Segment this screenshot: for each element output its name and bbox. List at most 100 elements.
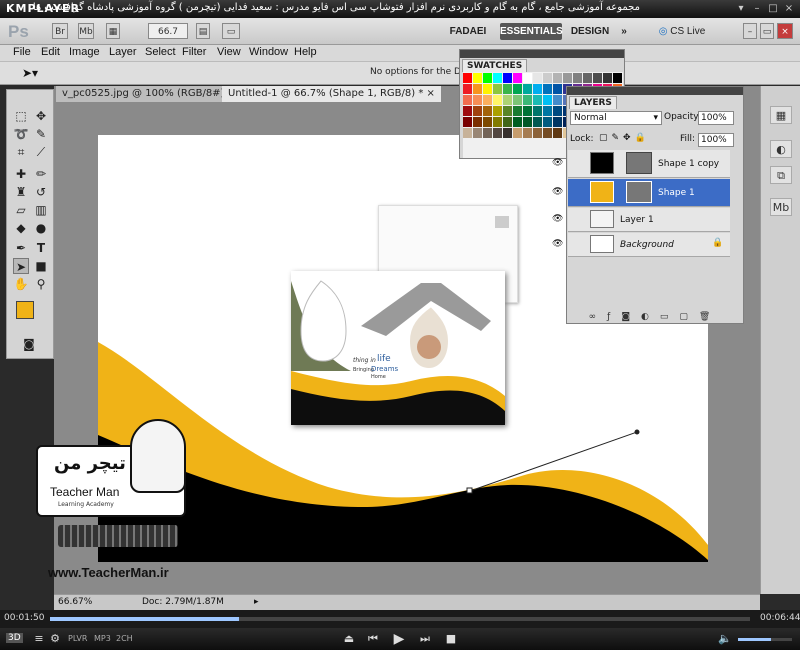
gradient-tool-icon[interactable]: ▥ <box>33 202 49 218</box>
menu-window[interactable]: Window <box>249 46 288 58</box>
swatch[interactable] <box>513 95 522 105</box>
dodge-tool-icon[interactable]: ● <box>33 220 49 236</box>
swatch[interactable] <box>473 106 482 116</box>
ps-minimize-icon[interactable]: – <box>743 23 757 39</box>
settings-icon[interactable]: ⚙ <box>48 632 62 646</box>
tab-untitled-1[interactable]: Untitled-1 @ 66.7% (Shape 1, RGB/8) * × <box>222 86 441 102</box>
playlist-icon[interactable]: ≡ <box>32 632 46 646</box>
swatch[interactable] <box>513 84 522 94</box>
swatch[interactable] <box>503 84 512 94</box>
swatch[interactable] <box>513 73 522 83</box>
workspace-design[interactable]: DESIGN <box>568 23 612 40</box>
swatch[interactable] <box>533 106 542 116</box>
swatch[interactable] <box>473 128 482 138</box>
blend-mode-select[interactable]: Normal ▾ <box>570 111 662 125</box>
swatch[interactable] <box>523 128 532 138</box>
tab-v-pc0525[interactable]: v_pc0525.jpg @ 100% (RGB/8#) × <box>56 86 243 102</box>
3d-toggle[interactable]: 3D <box>6 633 23 643</box>
swatch[interactable] <box>543 117 552 127</box>
workspace-essentials[interactable]: ESSENTIALS <box>500 23 563 40</box>
swatch[interactable] <box>463 106 472 116</box>
swatch[interactable] <box>503 95 512 105</box>
menu-filter[interactable]: Filter <box>182 46 206 58</box>
swatch[interactable] <box>533 73 542 83</box>
eye-icon[interactable]: 👁 <box>552 214 563 224</box>
layer-row-layer1[interactable]: 👁 Layer 1 <box>552 208 730 232</box>
ps-restore-icon[interactable]: ▭ <box>760 23 774 39</box>
menu-edit[interactable]: Edit <box>41 46 60 58</box>
menu-file[interactable]: File <box>13 46 31 58</box>
close-icon[interactable]: × <box>783 3 795 15</box>
swatch[interactable] <box>483 73 492 83</box>
volume-track[interactable] <box>738 638 792 641</box>
stop-icon[interactable]: ■ <box>444 632 458 646</box>
seek-track[interactable] <box>50 617 750 621</box>
swatch[interactable] <box>493 84 502 94</box>
swatch[interactable] <box>513 128 522 138</box>
swatch[interactable] <box>463 84 472 94</box>
swatch[interactable] <box>483 117 492 127</box>
pen-tool-icon[interactable]: ✒ <box>13 240 29 256</box>
swatch[interactable] <box>493 106 502 116</box>
swatch[interactable] <box>463 117 472 127</box>
ps-close-icon[interactable]: × <box>777 23 793 39</box>
swatch[interactable] <box>523 106 532 116</box>
layers-footer-icons[interactable]: ∞ƒ◙◐▭▢🗑 <box>568 312 742 322</box>
marquee-tool-icon[interactable]: ⬚ <box>13 108 29 124</box>
eraser-tool-icon[interactable]: ▱ <box>13 202 29 218</box>
mini-bridge-panel-icon[interactable]: Mb <box>770 198 792 216</box>
swatches-panel-header[interactable] <box>460 50 624 58</box>
zoom-tool-icon[interactable]: ⚲ <box>33 276 49 292</box>
swatches-tab[interactable]: SWATCHES <box>462 59 528 72</box>
color-panel-icon[interactable]: ▦ <box>770 106 792 124</box>
swatch[interactable] <box>503 73 512 83</box>
menu-help[interactable]: Help <box>294 46 317 58</box>
quick-mask-icon[interactable]: ◙ <box>21 336 37 352</box>
extras-button[interactable]: ▦ <box>106 23 120 39</box>
healing-brush-tool-icon[interactable]: ✚ <box>13 166 29 182</box>
direct-selection-preset-icon[interactable]: ➤▾ <box>22 66 38 80</box>
hand-tool-icon[interactable]: ✋ <box>13 276 29 292</box>
menu-select[interactable]: Select <box>145 46 176 58</box>
swatch[interactable] <box>553 128 562 138</box>
menu-view[interactable]: View <box>217 46 241 58</box>
previous-icon[interactable]: ⏮ <box>366 632 380 646</box>
history-brush-tool-icon[interactable]: ↺ <box>33 184 49 200</box>
lock-icons[interactable]: ▢✎✥🔒 <box>599 133 650 143</box>
swatch[interactable] <box>513 106 522 116</box>
eye-icon[interactable]: 👁 <box>552 187 563 197</box>
layer-row-shape1[interactable]: 👁 Shape 1 <box>552 179 730 207</box>
swatch[interactable] <box>613 73 622 83</box>
layers-tab[interactable]: LAYERS <box>569 96 617 109</box>
swatch[interactable] <box>553 73 562 83</box>
swatch[interactable] <box>483 84 492 94</box>
swatch[interactable] <box>523 73 532 83</box>
swatch[interactable] <box>553 106 562 116</box>
menu-image[interactable]: Image <box>69 46 100 58</box>
crop-tool-icon[interactable]: ⌗ <box>13 144 29 160</box>
minimize-icon[interactable]: – <box>751 3 763 15</box>
tab-close-icon[interactable]: × <box>427 88 435 99</box>
swatch[interactable] <box>493 95 502 105</box>
fill-field[interactable]: 100% <box>698 133 734 147</box>
eyedropper-tool-icon[interactable]: ⟋ <box>33 144 49 160</box>
cs-live-button[interactable]: ◎ CS Live <box>652 23 712 40</box>
swatch[interactable] <box>483 95 492 105</box>
swatch[interactable] <box>583 73 592 83</box>
swatch[interactable] <box>543 73 552 83</box>
swatch[interactable] <box>503 128 512 138</box>
brush-tool-icon[interactable]: ✏ <box>33 166 49 182</box>
workspace-fadaei[interactable]: FADAEI <box>442 23 494 40</box>
swatch[interactable] <box>473 117 482 127</box>
swatch[interactable] <box>463 73 472 83</box>
swatch[interactable] <box>603 73 612 83</box>
menu-layer[interactable]: Layer <box>109 46 137 58</box>
eye-icon[interactable]: 👁 <box>552 239 563 249</box>
status-zoom[interactable]: 66.67% <box>58 597 92 607</box>
maximize-icon[interactable]: □ <box>767 3 779 15</box>
swatch[interactable] <box>553 95 562 105</box>
status-arrow-icon[interactable]: ▸ <box>254 597 259 607</box>
swatch[interactable] <box>563 73 572 83</box>
swatch[interactable] <box>463 128 472 138</box>
next-icon[interactable]: ⏭ <box>418 632 432 646</box>
